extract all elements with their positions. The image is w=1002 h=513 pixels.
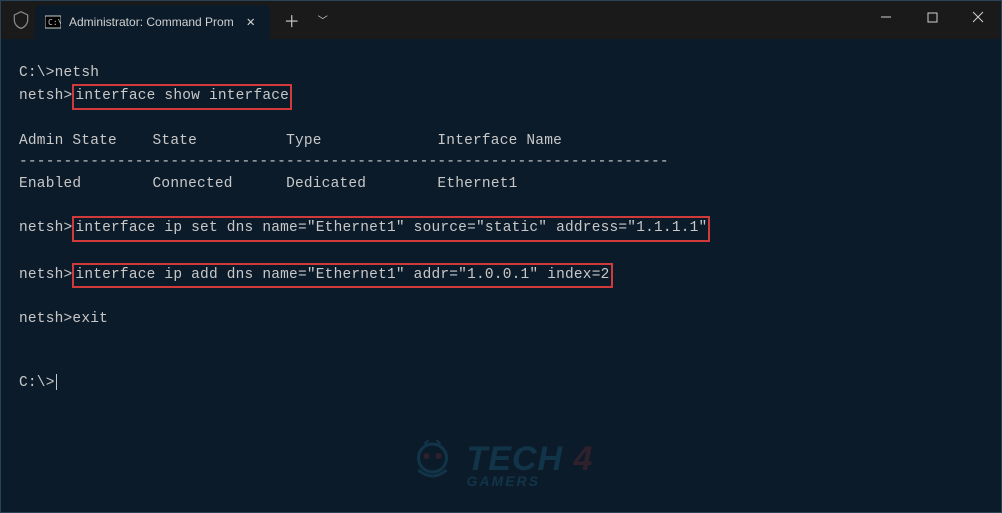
titlebar: C:\ Administrator: Command Prom ✕ ＋ ﹀ <box>1 1 1001 39</box>
cmd-line: netsh>interface show interface <box>19 84 983 109</box>
cmd-line: C:\>netsh <box>19 63 983 84</box>
cmd-line: netsh>interface ip set dns name="Etherne… <box>19 216 983 241</box>
cursor <box>56 374 57 390</box>
cmd-line: netsh>exit <box>19 309 983 330</box>
cmd-line: netsh>interface ip add dns name="Etherne… <box>19 263 983 288</box>
maximize-button[interactable] <box>909 1 955 33</box>
svg-text:C:\: C:\ <box>48 18 61 27</box>
table-row: Enabled Connected Dedicated Ethernet1 <box>19 174 983 195</box>
tab-dropdown-button[interactable]: ﹀ <box>318 12 328 28</box>
window-close-button[interactable] <box>955 1 1001 33</box>
tab-close-button[interactable]: ✕ <box>242 13 260 31</box>
divider-line: ----------------------------------------… <box>19 152 983 173</box>
shield-icon <box>11 10 31 30</box>
highlight-box: interface ip set dns name="Ethernet1" so… <box>72 216 710 241</box>
window-controls <box>863 1 1001 33</box>
highlight-box: interface show interface <box>72 84 292 109</box>
highlight-box: interface ip add dns name="Ethernet1" ad… <box>72 263 612 288</box>
watermark-logo: TECH 4 GAMERS <box>409 438 594 490</box>
tab-title: Administrator: Command Prom <box>69 15 234 29</box>
prompt-line: C:\> <box>19 373 983 394</box>
table-header: Admin State State Type Interface Name <box>19 131 983 152</box>
minimize-button[interactable] <box>863 1 909 33</box>
cmd-icon: C:\ <box>45 14 61 30</box>
tab-command-prompt[interactable]: C:\ Administrator: Command Prom ✕ <box>35 5 270 39</box>
terminal-output[interactable]: C:\>netsh netsh>interface show interface… <box>1 39 1001 418</box>
new-tab-button[interactable]: ＋ <box>284 8 300 32</box>
